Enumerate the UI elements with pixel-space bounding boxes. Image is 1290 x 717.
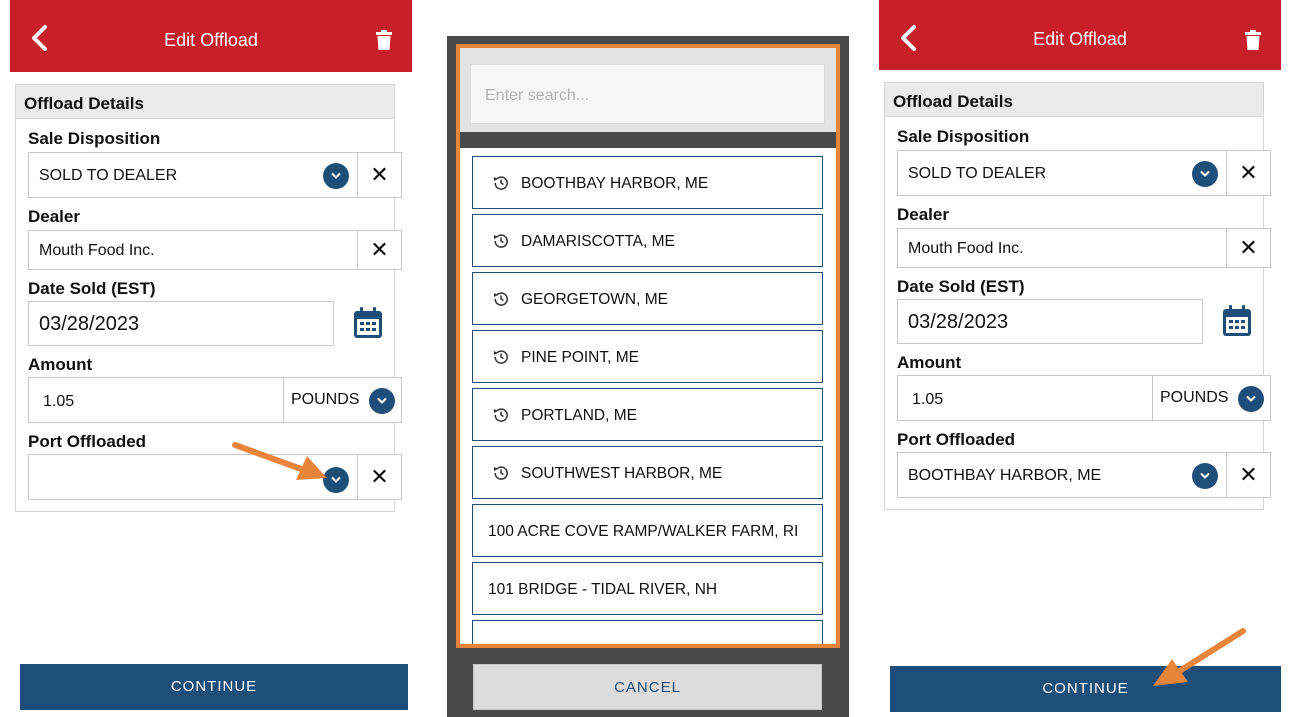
chevron-down-icon[interactable] (369, 388, 395, 414)
history-icon (494, 408, 508, 422)
dealer-label: Dealer (897, 205, 949, 224)
chevron-down-icon[interactable] (1192, 463, 1218, 489)
page-title: Edit Offload (1033, 29, 1127, 49)
sale-disposition-label: Sale Disposition (897, 127, 1030, 146)
picker-highlight-frame: Enter search... BOOTHBAY HARBOR, ME DAMA… (456, 44, 840, 648)
annotation-arrow-icon (232, 442, 327, 480)
port-option[interactable] (472, 620, 823, 644)
clear-port-button[interactable]: ✕ (357, 454, 402, 500)
close-icon: ✕ (1239, 462, 1258, 487)
search-bar: Enter search... (460, 48, 836, 140)
clear-sale-disposition-button[interactable]: ✕ (1226, 150, 1271, 196)
sale-disposition-select[interactable]: SOLD TO DEALER (28, 152, 358, 198)
dealer-value: Mouth Food Inc. (39, 242, 155, 259)
close-icon: ✕ (1239, 160, 1258, 185)
trash-icon[interactable] (1245, 30, 1261, 50)
calendar-icon[interactable] (352, 306, 384, 340)
section-title: Offload Details (885, 83, 1263, 117)
date-sold-label: Date Sold (EST) (28, 279, 156, 298)
recent-port-option[interactable]: PORTLAND, ME (472, 388, 823, 441)
edit-offload-screen-after: Edit Offload Offload Details Sale Dispos… (879, 0, 1281, 717)
amount-label: Amount (28, 355, 93, 374)
amount-field[interactable]: 1.05 (897, 375, 1153, 421)
option-label: 100 ACRE COVE RAMP/WALKER FARM, RI (488, 523, 799, 540)
history-icon (494, 176, 508, 190)
search-input[interactable]: Enter search... (470, 64, 825, 124)
edit-offload-screen-before: Edit Offload Offload Details Sale Dispos… (10, 0, 412, 717)
section-title: Offload Details (16, 85, 394, 119)
date-sold-value: 03/28/2023 (39, 313, 140, 335)
trash-icon[interactable] (376, 30, 392, 50)
port-picker-modal: Enter search... BOOTHBAY HARBOR, ME DAMA… (447, 36, 849, 717)
sale-disposition-value: SOLD TO DEALER (908, 165, 1047, 182)
history-icon (494, 292, 508, 306)
page-title: Edit Offload (164, 30, 258, 50)
sale-disposition-label: Sale Disposition (28, 129, 161, 148)
port-offloaded-label: Port Offloaded (28, 432, 147, 451)
port-option[interactable]: 100 ACRE COVE RAMP/WALKER FARM, RI (472, 504, 823, 557)
clear-port-button[interactable]: ✕ (1226, 452, 1271, 498)
option-label: BOOTHBAY HARBOR, ME (521, 175, 709, 192)
history-icon (494, 466, 508, 480)
app-header: Edit Offload (879, 0, 1281, 70)
date-sold-value: 03/28/2023 (908, 311, 1009, 333)
amount-value: 1.05 (912, 391, 944, 408)
port-offloaded-value: BOOTHBAY HARBOR, ME (908, 467, 1102, 484)
close-icon: ✕ (1239, 235, 1258, 260)
option-label: 101 BRIDGE - TIDAL RIVER, NH (488, 581, 718, 598)
chevron-down-icon[interactable] (1238, 386, 1264, 412)
clear-sale-disposition-button[interactable]: ✕ (357, 152, 402, 198)
amount-value: 1.05 (43, 393, 75, 410)
dealer-label: Dealer (28, 207, 80, 226)
sale-disposition-select[interactable]: SOLD TO DEALER (897, 150, 1227, 196)
option-label: GEORGETOWN, ME (521, 291, 668, 308)
amount-label: Amount (897, 353, 962, 372)
close-icon: ✕ (370, 162, 389, 187)
port-offloaded-label: Port Offloaded (897, 430, 1016, 449)
dealer-field[interactable]: Mouth Food Inc. (897, 228, 1227, 268)
sale-disposition-value: SOLD TO DEALER (39, 167, 178, 184)
clear-dealer-button[interactable]: ✕ (357, 230, 402, 270)
recent-port-option[interactable]: BOOTHBAY HARBOR, ME (472, 156, 823, 209)
recent-port-option[interactable]: GEORGETOWN, ME (472, 272, 823, 325)
recent-port-option[interactable]: DAMARISCOTTA, ME (472, 214, 823, 267)
option-label: SOUTHWEST HARBOR, ME (521, 465, 723, 482)
port-option[interactable]: 101 BRIDGE - TIDAL RIVER, NH (472, 562, 823, 615)
units-select[interactable]: POUNDS (1152, 375, 1271, 421)
chevron-down-icon[interactable] (323, 163, 349, 189)
close-icon: ✕ (370, 237, 389, 262)
port-options-list[interactable]: BOOTHBAY HARBOR, ME DAMARISCOTTA, ME GEO… (460, 148, 836, 644)
calendar-icon[interactable] (1221, 304, 1253, 338)
cancel-button[interactable]: CANCEL (473, 664, 822, 710)
option-label: PINE POINT, ME (521, 349, 639, 366)
units-value: POUNDS (291, 391, 360, 408)
recent-port-option[interactable]: PINE POINT, ME (472, 330, 823, 383)
recent-port-option[interactable]: SOUTHWEST HARBOR, ME (472, 446, 823, 499)
history-icon (494, 350, 508, 364)
chevron-down-icon[interactable] (1192, 161, 1218, 187)
units-select[interactable]: POUNDS (283, 377, 402, 423)
option-label: DAMARISCOTTA, ME (521, 233, 675, 250)
dealer-value: Mouth Food Inc. (908, 240, 1024, 257)
history-icon (494, 234, 508, 248)
amount-field[interactable]: 1.05 (28, 377, 284, 423)
offload-details-card: Offload Details Sale Disposition SOLD TO… (15, 84, 402, 512)
offload-details-card: Offload Details Sale Disposition SOLD TO… (884, 82, 1271, 510)
dealer-field[interactable]: Mouth Food Inc. (28, 230, 358, 270)
port-offloaded-select[interactable]: BOOTHBAY HARBOR, ME (897, 452, 1227, 498)
app-header: Edit Offload (10, 0, 412, 72)
date-sold-field[interactable]: 03/28/2023 (28, 301, 334, 346)
annotation-arrow-icon (1153, 628, 1246, 686)
date-sold-field[interactable]: 03/28/2023 (897, 299, 1203, 344)
units-value: POUNDS (1160, 389, 1229, 406)
date-sold-label: Date Sold (EST) (897, 277, 1025, 296)
option-label: PORTLAND, ME (521, 407, 637, 424)
search-placeholder: Enter search... (485, 87, 590, 104)
clear-dealer-button[interactable]: ✕ (1226, 228, 1271, 268)
close-icon: ✕ (370, 464, 389, 489)
continue-button[interactable]: CONTINUE (20, 664, 408, 710)
